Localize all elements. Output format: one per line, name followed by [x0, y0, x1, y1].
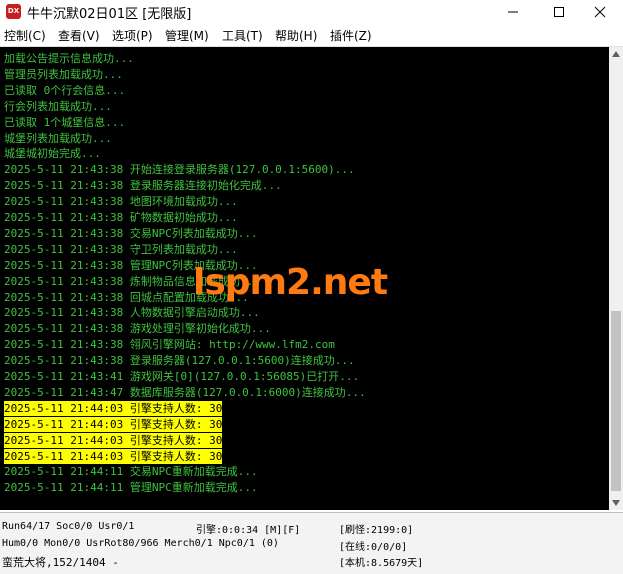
log-line: 2025-5-11 21:43:38 矿物数据初始成功... [4, 211, 238, 224]
log-line: 2025-5-11 21:43:47 数据库服务器(127.0.0.1:6000… [4, 385, 366, 399]
vertical-scrollbar[interactable] [609, 47, 623, 510]
status-bar: Run64/17 Soc0/0 Usr0/1 引擎:0:0:34 [M][F] … [0, 512, 623, 574]
log-line: 已读取 0个行会信息... [4, 83, 126, 97]
log-line: 城堡城初始完成... [4, 147, 101, 161]
menu-manage[interactable]: 管理(M) [165, 27, 209, 44]
status-hum: Hum0/0 Mon0/0 UsrRot80/966 Merch0/1 Npc0… [2, 538, 279, 549]
menu-tools[interactable]: 工具(T) [222, 27, 263, 44]
log-line: 管理员列表加载成功... [4, 67, 123, 81]
log-line: 2025-5-11 21:44:03 引擎支持人数: 30 [4, 448, 223, 464]
log-line: 2025-5-11 21:43:41 游戏网关[0](127.0.0.1:560… [4, 370, 360, 383]
minimize-button[interactable] [490, 0, 536, 24]
log-line: 2025-5-11 21:43:38 地图环境加载成功... [4, 195, 238, 209]
status-refresh: [刷怪:2199:0] [339, 525, 414, 536]
close-icon [594, 6, 606, 18]
scroll-up-button[interactable] [609, 47, 623, 61]
watermark: lspm2.net [193, 262, 388, 303]
window-title: 牛牛沉默02日01区 [无限版] [27, 7, 192, 22]
maximize-button[interactable] [536, 0, 582, 24]
status-map: 蛮荒大将,152/1404 - [2, 556, 119, 569]
menu-view[interactable]: 查看(V) [58, 27, 100, 44]
log-line: 2025-5-11 21:44:11 交易NPC重新加载完成... [4, 465, 258, 479]
status-engine: 引擎:0:0:34 [M][F] [196, 525, 301, 536]
log-line: 2025-5-11 21:43:38 登录服务器连接初始化完成... [4, 179, 282, 193]
menu-control[interactable]: 控制(C) [4, 27, 46, 44]
log-line: 2025-5-11 21:44:03 引擎支持人数: 30 [4, 400, 223, 416]
log-line: 2025-5-11 21:43:38 游戏处理引擎初始化成功... [4, 322, 271, 336]
title-bar: DX 牛牛沉默02日01区 [无限版] [0, 0, 623, 24]
log-line: 2025-5-11 21:43:38 交易NPC列表加载成功... [4, 226, 258, 240]
status-online: [在线:0/0/0] [339, 542, 408, 553]
minimize-icon [508, 11, 518, 13]
log-line: 2025-5-11 21:43:38 开始连接登录服务器(127.0.0.1:5… [4, 163, 355, 177]
scrollbar-thumb[interactable] [611, 311, 621, 491]
scroll-down-button[interactable] [609, 496, 623, 510]
log-line: 已读取 1个城堡信息... [4, 115, 126, 129]
close-button[interactable] [577, 0, 623, 24]
log-line: 2025-5-11 21:43:38 守卫列表加载成功... [4, 242, 238, 256]
menu-help[interactable]: 帮助(H) [275, 27, 317, 44]
log-line: 2025-5-11 21:43:38 登录服务器(127.0.0.1:5600)… [4, 354, 355, 368]
arrow-down-icon [612, 500, 620, 506]
log-line: 2025-5-11 21:43:38 翎风引擎网站: http://www.lf… [4, 338, 335, 352]
arrow-up-icon [612, 51, 620, 57]
log-line: 加载公告提示信息成功... [4, 52, 134, 65]
log-line: 2025-5-11 21:44:11 管理NPC重新加载完成... [4, 481, 258, 495]
log-line: 2025-5-11 21:43:38 人物数据引擎启动成功... [4, 306, 260, 320]
menu-plugins[interactable]: 插件(Z) [330, 27, 372, 44]
maximize-icon [554, 7, 564, 17]
log-line: 2025-5-11 21:44:03 引擎支持人数: 30 [4, 416, 223, 432]
log-line: 行会列表加载成功... [4, 99, 112, 113]
log-line: 2025-5-11 21:44:03 引擎支持人数: 30 [4, 432, 223, 448]
log-line: 城堡列表加载成功... [4, 131, 112, 145]
menu-options[interactable]: 选项(P) [112, 27, 153, 44]
status-local: [本机:8.5679天] [339, 558, 424, 569]
app-icon[interactable]: DX [6, 4, 21, 19]
menu-bar: 控制(C) 查看(V) 选项(P) 管理(M) 工具(T) 帮助(H) 插件(Z… [0, 26, 623, 47]
status-run: Run64/17 Soc0/0 Usr0/1 [2, 521, 135, 532]
